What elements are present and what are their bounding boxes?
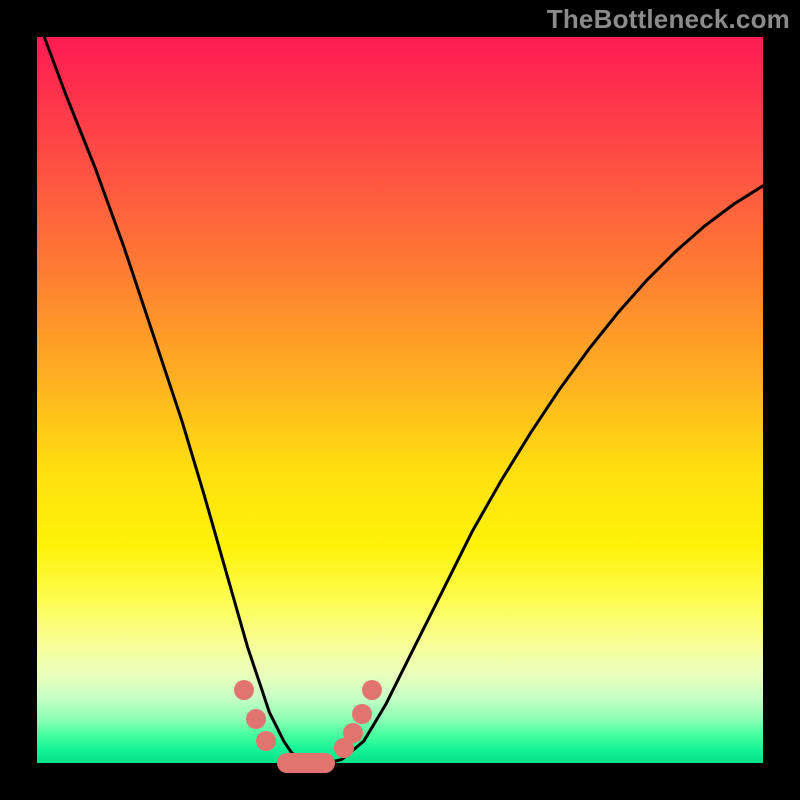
curve-marker <box>246 709 266 729</box>
chart-frame: TheBottleneck.com <box>0 0 800 800</box>
curve-marker <box>234 680 254 700</box>
flat-bead-segment <box>277 753 335 773</box>
bottleneck-curve <box>37 37 763 763</box>
curve-marker <box>352 704 372 724</box>
watermark-text: TheBottleneck.com <box>547 4 790 35</box>
curve-marker <box>343 723 363 743</box>
gradient-plot-area <box>37 37 763 763</box>
curve-marker <box>362 680 382 700</box>
curve-marker <box>256 731 276 751</box>
